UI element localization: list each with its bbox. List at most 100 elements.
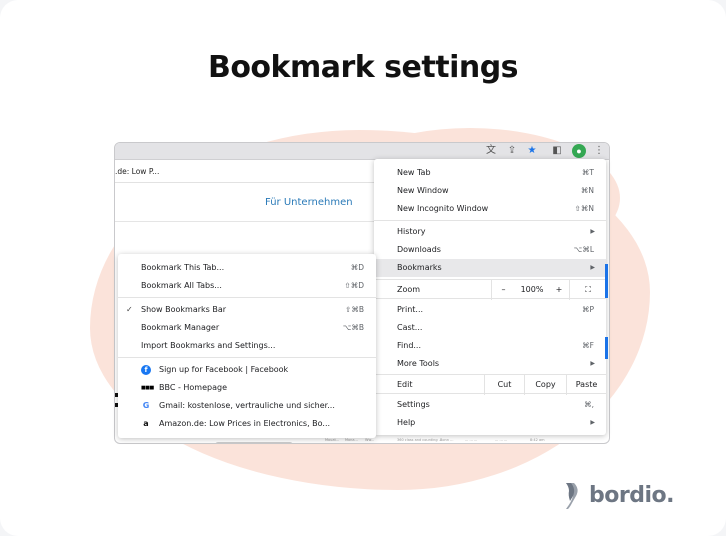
- menu-item-label: History: [397, 227, 426, 236]
- menu-separator: [118, 357, 376, 358]
- menu-item-downloads[interactable]: Downloads ⌥⌘L: [374, 241, 606, 259]
- copy-button[interactable]: Copy: [524, 375, 566, 395]
- bbc-icon: ■■■: [141, 385, 154, 391]
- menu-item-help[interactable]: Help ▶: [374, 414, 606, 432]
- bottom-text: 8:42 am: [530, 438, 545, 442]
- menu-item-label: Cast...: [397, 323, 423, 332]
- bookmark-label: Sign up for Facebook | Facebook: [159, 365, 289, 374]
- shortcut-label: ⌥⌘B: [342, 323, 364, 332]
- menu-item-bookmark-all-tabs[interactable]: Bookmark All Tabs... ⇧⌘D: [118, 277, 376, 295]
- bottom-text: Mona...: [345, 438, 358, 442]
- menu-item-label: Bookmark This Tab...: [141, 263, 225, 272]
- menu-item-bookmarks[interactable]: Bookmarks ▶: [374, 259, 606, 277]
- shortcut-label: ⌘P: [581, 305, 594, 314]
- bottom-text: 360 class and counting ...: [397, 438, 443, 442]
- browser-toolbar: 文 ⇪ ★ ◧ ● ⋮: [115, 143, 609, 160]
- chevron-right-icon: ▶: [590, 419, 595, 426]
- shortcut-label: ⌥⌘L: [573, 245, 594, 254]
- shortcut-label: ⇧⌘B: [345, 305, 364, 314]
- page-bottom-strip: Mouat... Mona... Ww... 360 class and cou…: [175, 437, 595, 443]
- business-link[interactable]: Für Unternehmen: [265, 197, 353, 208]
- menu-item-label: Print...: [397, 305, 424, 314]
- bordio-wordmark: bordio.: [589, 483, 674, 508]
- menu-item-bookmark-manager[interactable]: Bookmark Manager ⌥⌘B: [118, 319, 376, 337]
- bookmark-label: Amazon.de: Low Prices in Electronics, Bo…: [159, 419, 331, 428]
- zoom-out-button[interactable]: –: [491, 280, 515, 300]
- chevron-right-icon: ▶: [590, 264, 595, 271]
- shortcut-label: ⌘F: [582, 341, 594, 350]
- zoom-level: 100%: [520, 285, 544, 294]
- menu-item-print[interactable]: Print... ⌘P: [374, 301, 606, 319]
- menu-item-settings[interactable]: Settings ⌘,: [374, 396, 606, 414]
- bordio-logo-icon: [566, 483, 578, 509]
- bottom-text: ... ... ...: [465, 438, 478, 442]
- menu-separator: [374, 220, 606, 221]
- menu-item-label: Settings: [397, 400, 430, 409]
- cut-button[interactable]: Cut: [484, 375, 524, 395]
- shortcut-label: ⌘N: [580, 186, 594, 195]
- bookmark-facebook[interactable]: f Sign up for Facebook | Facebook: [118, 361, 376, 379]
- shortcut-label: ⌘T: [581, 168, 594, 177]
- selection-accent: [605, 264, 608, 298]
- menu-item-cast[interactable]: Cast...: [374, 319, 606, 337]
- edit-label: Edit: [397, 380, 413, 389]
- menu-item-label: Bookmark Manager: [141, 323, 220, 332]
- fullscreen-icon[interactable]: ⛶: [569, 280, 606, 300]
- edit-row: Edit Cut Copy Paste: [374, 374, 606, 395]
- zoom-in-button[interactable]: +: [549, 280, 569, 300]
- menu-item-label: Find...: [397, 341, 422, 350]
- selection-accent: [605, 337, 608, 359]
- menu-item-find[interactable]: Find... ⌘F: [374, 337, 606, 355]
- page-divider: [115, 221, 377, 222]
- browser-tab[interactable]: .de: Low P...: [115, 161, 385, 183]
- menu-item-label: Downloads: [397, 245, 441, 254]
- bottom-text: Mouat...: [325, 438, 340, 442]
- zoom-row: Zoom – 100% + ⛶: [374, 279, 606, 300]
- bookmark-label: Gmail: kostenlose, vertrauliche und sich…: [159, 401, 335, 410]
- shortcut-label: ⌘,: [584, 400, 594, 409]
- bottom-text: Ww...: [365, 438, 375, 442]
- menu-item-more-tools[interactable]: More Tools ▶: [374, 355, 606, 373]
- bottom-text: Bonn ...: [440, 438, 454, 442]
- menu-item-label: New Incognito Window: [397, 204, 489, 213]
- menu-item-label: Help: [397, 418, 416, 427]
- menu-item-new-tab[interactable]: New Tab ⌘T: [374, 164, 606, 182]
- menu-item-label: New Tab: [397, 168, 431, 177]
- menu-item-label: Bookmarks: [397, 263, 442, 272]
- bookmarks-submenu: Bookmark This Tab... ⌘D Bookmark All Tabs…: [118, 254, 376, 438]
- bookmark-gmail[interactable]: G Gmail: kostenlose, vertrauliche und sic…: [118, 397, 376, 415]
- bottom-text: ... ... ...: [495, 438, 508, 442]
- menu-item-history[interactable]: History ▶: [374, 223, 606, 241]
- bookmark-bbc[interactable]: ■■■ BBC - Homepage: [118, 379, 376, 397]
- menu-item-new-incognito-window[interactable]: New Incognito Window ⇧⌘N: [374, 200, 606, 218]
- google-icon: G: [142, 401, 150, 410]
- shortcut-label: ⇧⌘N: [574, 204, 594, 213]
- menu-item-new-window[interactable]: New Window ⌘N: [374, 182, 606, 200]
- check-icon: ✓: [126, 305, 133, 314]
- shortcut-label: ⇧⌘D: [344, 281, 364, 290]
- bookmark-label: BBC - Homepage: [159, 383, 227, 392]
- share-icon[interactable]: ⇪: [506, 145, 518, 157]
- bookmark-amazon[interactable]: a Amazon.de: Low Prices in Electronics, B…: [118, 415, 376, 433]
- menu-separator: [118, 297, 376, 298]
- menu-item-label: More Tools: [397, 359, 440, 368]
- paste-button[interactable]: Paste: [566, 375, 606, 395]
- star-icon[interactable]: ★: [526, 145, 538, 157]
- chrome-main-menu: New Tab ⌘T New Window ⌘N New Incognito Win…: [374, 159, 606, 435]
- profile-icon[interactable]: ●: [572, 144, 586, 158]
- translate-icon[interactable]: 文: [485, 145, 497, 157]
- page-title: Bookmark settings: [207, 50, 519, 85]
- facebook-icon: f: [141, 365, 151, 375]
- sidebar-icon[interactable]: ◧: [551, 145, 563, 157]
- menu-item-label: Show Bookmarks Bar: [141, 305, 227, 314]
- menu-item-bookmark-this-tab[interactable]: Bookmark This Tab... ⌘D: [118, 259, 376, 277]
- shortcut-label: ⌘D: [350, 263, 364, 272]
- more-icon[interactable]: ⋮: [593, 145, 605, 157]
- chevron-right-icon: ▶: [590, 360, 595, 367]
- menu-item-label: Bookmark All Tabs...: [141, 281, 222, 290]
- menu-item-show-bookmarks-bar[interactable]: ✓ Show Bookmarks Bar ⇧⌘B: [118, 301, 376, 319]
- menu-item-import-bookmarks[interactable]: Import Bookmarks and Settings...: [118, 337, 376, 355]
- amazon-icon: a: [143, 419, 149, 428]
- menu-item-label: Import Bookmarks and Settings...: [141, 341, 276, 350]
- chevron-right-icon: ▶: [590, 228, 595, 235]
